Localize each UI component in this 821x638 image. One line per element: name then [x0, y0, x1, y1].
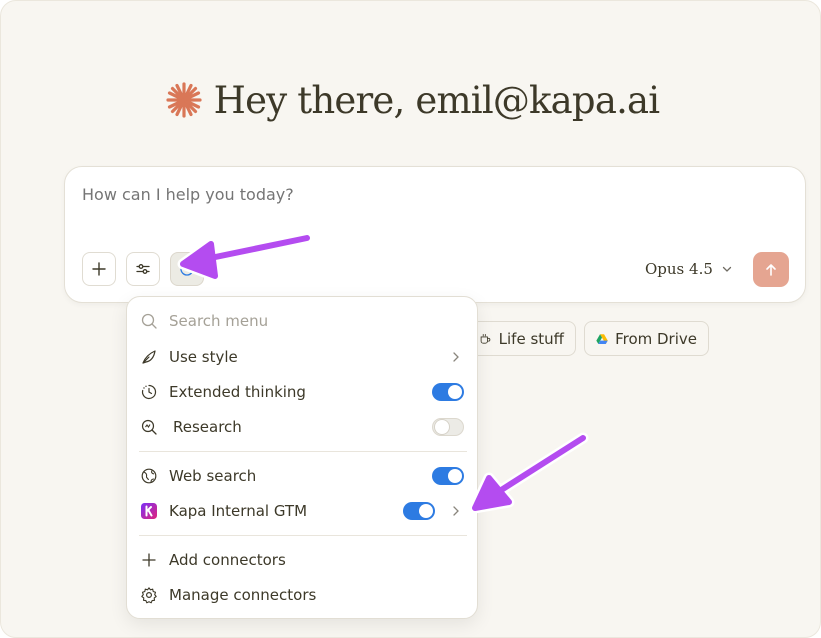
- greeting: Hey there, emil@kapa.ai: [1, 79, 821, 122]
- menu-item-research[interactable]: Research: [127, 411, 479, 443]
- menu-item-label: Research: [173, 418, 242, 436]
- menu-divider: [139, 535, 467, 536]
- coffee-cup-icon: [480, 333, 491, 344]
- menu-item-label: Kapa Internal GTM: [169, 502, 308, 520]
- annotation-arrow: [469, 432, 589, 514]
- chip-from-drive[interactable]: From Drive: [584, 321, 709, 356]
- add-attachment-button[interactable]: [82, 252, 116, 286]
- extended-thinking-toggle[interactable]: [432, 383, 464, 401]
- chip-label: From Drive: [615, 329, 697, 348]
- research-mode-button[interactable]: [170, 252, 204, 286]
- model-selector[interactable]: Opus 4.5: [645, 260, 733, 278]
- chip-label: Life stuff: [498, 329, 564, 348]
- greeting-title: Hey there, emil@kapa.ai: [213, 79, 660, 122]
- menu-item-add-connectors[interactable]: Add connectors: [127, 544, 479, 576]
- chevron-down-icon: [722, 266, 732, 272]
- menu-item-label: Extended thinking: [169, 383, 306, 401]
- menu-item-use-style[interactable]: Use style: [127, 341, 479, 373]
- arrow-up-icon: [766, 263, 776, 276]
- sliders-icon: [136, 264, 150, 274]
- gear-icon: [139, 585, 159, 605]
- menu-item-manage-connectors[interactable]: Manage connectors: [127, 579, 479, 611]
- globe-icon: [139, 466, 159, 486]
- menu-item-kapa-internal-gtm[interactable]: Kapa Internal GTM: [127, 495, 479, 527]
- send-button[interactable]: [753, 252, 789, 287]
- menu-item-extended-thinking[interactable]: Extended thinking: [127, 376, 479, 408]
- plus-icon: [139, 550, 159, 570]
- menu-divider: [139, 451, 467, 452]
- tools-menu: Search menu Use style Extended thinking …: [126, 296, 478, 619]
- menu-item-web-search[interactable]: Web search: [127, 460, 479, 492]
- menu-item-label: Use style: [169, 348, 238, 366]
- prompt-input[interactable]: [82, 185, 682, 204]
- tools-button[interactable]: [126, 252, 160, 286]
- search-icon: [139, 311, 159, 331]
- clock-icon: [180, 262, 194, 276]
- model-label: Opus 4.5: [645, 260, 713, 278]
- google-drive-icon: [596, 333, 608, 344]
- chip-life-stuff[interactable]: Life stuff: [467, 321, 576, 356]
- menu-item-label: Add connectors: [169, 551, 286, 569]
- menu-search[interactable]: Search menu: [127, 305, 479, 337]
- app-background: Hey there, emil@kapa.ai Opus 4.5: [0, 0, 821, 638]
- prompt-composer: Opus 4.5: [64, 166, 806, 303]
- web-search-toggle[interactable]: [432, 467, 464, 485]
- menu-item-label: Web search: [169, 467, 257, 485]
- chevron-right-icon: [453, 506, 459, 516]
- kapa-internal-gtm-toggle[interactable]: [403, 502, 435, 520]
- research-icon: [139, 417, 159, 437]
- menu-item-label: Manage connectors: [169, 586, 317, 604]
- chevron-right-icon: [453, 352, 459, 362]
- plus-icon: [92, 262, 106, 276]
- claude-spark-icon: [166, 81, 202, 118]
- search-menu-input[interactable]: Search menu: [169, 312, 268, 330]
- kapa-logo-icon: [139, 501, 159, 521]
- feather-pen-icon: [139, 347, 159, 367]
- research-toggle[interactable]: [432, 418, 464, 436]
- clock-icon: [139, 382, 159, 402]
